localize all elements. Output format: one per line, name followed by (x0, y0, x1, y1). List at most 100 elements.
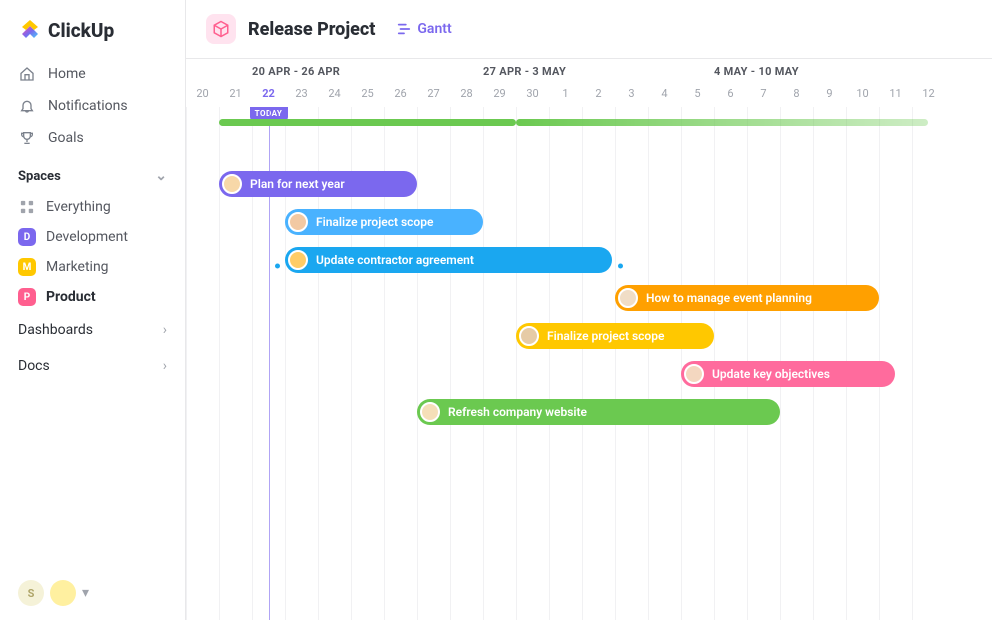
day-column: 29 (483, 83, 516, 107)
day-column: 22 (252, 83, 285, 107)
dependency-handle[interactable] (275, 264, 280, 269)
user-menu[interactable]: S ▾ (18, 580, 89, 606)
section-label: Spaces (18, 169, 61, 184)
nav-notifications[interactable]: Notifications (0, 90, 185, 122)
day-column: 28 (450, 83, 483, 107)
gantt-timeline[interactable]: 20 APR - 26 APR 27 APR - 3 MAY 4 MAY - 1… (186, 59, 992, 620)
gantt-row: Plan for next year (186, 171, 992, 209)
nav-goals[interactable]: Goals (0, 122, 185, 154)
day-column: 8 (780, 83, 813, 107)
sidebar-item-development[interactable]: D Development (0, 222, 185, 252)
sidebar-item-product[interactable]: P Product (0, 282, 185, 312)
space-label: Everything (46, 199, 111, 215)
everything-icon (18, 198, 36, 216)
gantt-row: Update contractor agreement (186, 247, 992, 285)
day-column: 26 (384, 83, 417, 107)
day-column: 12 (912, 83, 945, 107)
assignee-avatar (519, 326, 539, 346)
range-label: 20 APR - 26 APR (252, 65, 340, 78)
spaces-header[interactable]: Spaces ⌄ (0, 154, 185, 192)
day-column: 11 (879, 83, 912, 107)
gantt-task-bar[interactable]: Plan for next year (219, 171, 417, 197)
view-gantt[interactable]: Gantt (397, 21, 451, 37)
task-label: Finalize project scope (316, 215, 433, 229)
space-badge: M (18, 258, 36, 276)
trophy-icon (18, 129, 36, 147)
app-logo[interactable]: ClickUp (0, 10, 185, 58)
space-label: Marketing (46, 259, 109, 275)
day-column: 3 (615, 83, 648, 107)
home-icon (18, 65, 36, 83)
gantt-row: Refresh company website (186, 399, 992, 437)
nav-label: Home (48, 66, 86, 82)
chevron-down-icon: ⌄ (155, 168, 167, 184)
nav-home[interactable]: Home (0, 58, 185, 90)
day-column: 5 (681, 83, 714, 107)
space-badge: P (18, 288, 36, 306)
day-column: 20 (186, 83, 219, 107)
sidebar: ClickUp Home Notifications Goals Spaces … (0, 0, 186, 620)
day-column: 1 (549, 83, 582, 107)
gantt-row: Update key objectives (186, 361, 992, 399)
day-column: 27 (417, 83, 450, 107)
topbar: Release Project Gantt (186, 0, 992, 59)
logo-icon (18, 18, 42, 42)
assignee-avatar (684, 364, 704, 384)
gantt-icon (397, 22, 411, 36)
day-column: 30 (516, 83, 549, 107)
assignee-avatar (420, 402, 440, 422)
chevron-down-icon: ▾ (82, 585, 89, 601)
gantt-row: How to manage event planning (186, 285, 992, 323)
task-label: Finalize project scope (547, 329, 664, 343)
section-label: Docs (18, 358, 50, 374)
range-label: 27 APR - 3 MAY (483, 65, 566, 78)
project-badge[interactable] (206, 14, 236, 44)
date-ranges: 20 APR - 26 APR 27 APR - 3 MAY 4 MAY - 1… (186, 59, 992, 83)
day-headers: 2021222324252627282930123456789101112 (186, 83, 992, 107)
dependency-handle[interactable] (618, 264, 623, 269)
section-label: Dashboards (18, 322, 93, 338)
assignee-avatar (618, 288, 638, 308)
day-column: 6 (714, 83, 747, 107)
day-column: 9 (813, 83, 846, 107)
gantt-task-bar[interactable]: Update key objectives (681, 361, 895, 387)
space-badge: D (18, 228, 36, 246)
user-avatar: S (18, 580, 44, 606)
sidebar-item-everything[interactable]: Everything (0, 192, 185, 222)
main-content: Release Project Gantt 20 APR - 26 APR 27… (186, 0, 992, 620)
assignee-avatar (288, 250, 308, 270)
assignee-avatar (288, 212, 308, 232)
day-column: 23 (285, 83, 318, 107)
day-column: 4 (648, 83, 681, 107)
day-column: 25 (351, 83, 384, 107)
gantt-row: Finalize project scope (186, 323, 992, 361)
gantt-task-bar[interactable]: Refresh company website (417, 399, 780, 425)
day-column: 21 (219, 83, 252, 107)
chevron-right-icon: › (163, 358, 167, 374)
sidebar-item-docs[interactable]: Docs › (0, 348, 185, 384)
day-column: 7 (747, 83, 780, 107)
gantt-task-bar[interactable]: Update contractor agreement (285, 247, 612, 273)
task-label: How to manage event planning (646, 291, 812, 305)
task-label: Update key objectives (712, 367, 830, 381)
gantt-row: Finalize project scope (186, 209, 992, 247)
assignee-avatar (222, 174, 242, 194)
logo-text: ClickUp (48, 19, 114, 42)
view-label: Gantt (417, 21, 451, 37)
bell-icon (18, 97, 36, 115)
space-label: Development (46, 229, 128, 245)
chevron-right-icon: › (163, 322, 167, 338)
sidebar-item-marketing[interactable]: M Marketing (0, 252, 185, 282)
secondary-avatar (50, 580, 76, 606)
progress-solid (219, 119, 516, 126)
day-column: 10 (846, 83, 879, 107)
gantt-task-bar[interactable]: Finalize project scope (516, 323, 714, 349)
gantt-task-bar[interactable]: How to manage event planning (615, 285, 879, 311)
progress-fade (516, 119, 928, 126)
sidebar-item-dashboards[interactable]: Dashboards › (0, 312, 185, 348)
day-column: 24 (318, 83, 351, 107)
nav-label: Goals (48, 130, 84, 146)
gantt-task-bar[interactable]: Finalize project scope (285, 209, 483, 235)
nav-label: Notifications (48, 98, 128, 114)
task-label: Update contractor agreement (316, 253, 474, 267)
